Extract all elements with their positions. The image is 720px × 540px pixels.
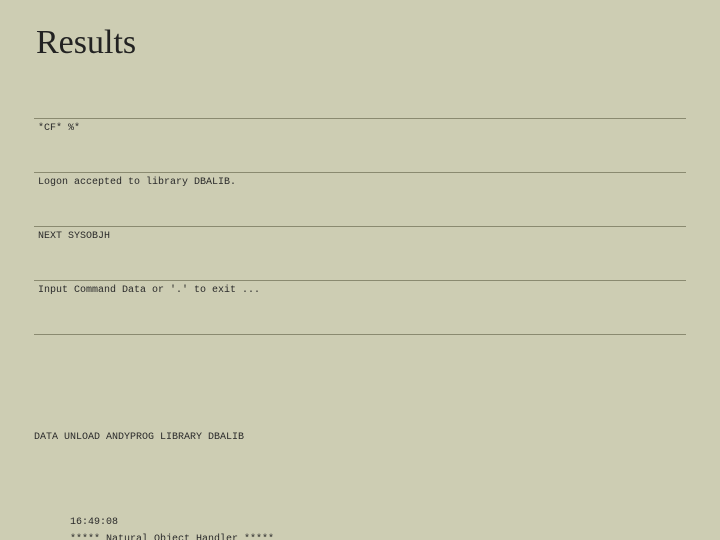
terminal-output: DATA UNLOAD ANDYPROG LIBRARY DBALIB 16:4…: [34, 395, 686, 540]
handler-title: ***** Natural Object Handler *****: [70, 534, 274, 540]
line-handler-title: 16:49:08 ***** Natural Object Handler **…: [34, 497, 686, 540]
line-next: NEXT SYSOBJH: [34, 226, 686, 246]
line-prompt: Input Command Data or '.' to exit ...: [34, 280, 686, 300]
line-cf: *CF* %*: [34, 118, 686, 138]
time: 16:49:08: [70, 517, 118, 528]
page-title: Results: [36, 24, 686, 62]
line-logon: Logon accepted to library DBALIB.: [34, 172, 686, 192]
line-data-cmd: DATA UNLOAD ANDYPROG LIBRARY DBALIB: [34, 429, 686, 446]
session-header: *CF* %* Logon accepted to library DBALIB…: [34, 84, 686, 335]
